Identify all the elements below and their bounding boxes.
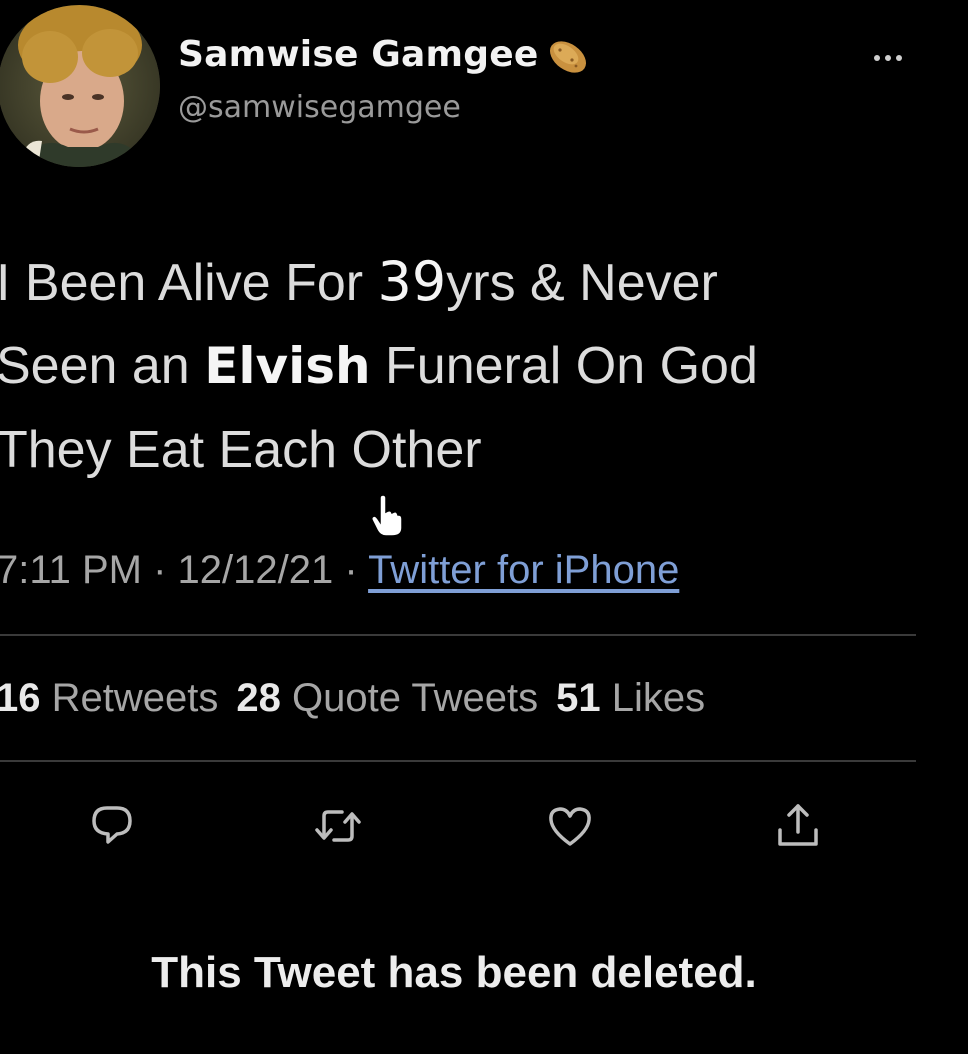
- more-options-icon[interactable]: [874, 48, 914, 62]
- reply-icon[interactable]: [86, 800, 138, 852]
- quote-tweets-stat[interactable]: 28 Quote Tweets: [236, 676, 538, 720]
- tweet-text-segment: I Been Alive For: [0, 254, 378, 312]
- tweet-line-1: I Been Alive For 39yrs & Never: [0, 240, 956, 324]
- likes-label: Likes: [611, 676, 706, 720]
- quotes-count: 28: [236, 676, 281, 720]
- likes-count: 51: [556, 676, 601, 720]
- like-icon[interactable]: [544, 800, 596, 852]
- tweet-date[interactable]: 12/12/21: [178, 548, 334, 592]
- hand-cursor-icon: [371, 494, 403, 537]
- tweet-header: Samwise Gamgee @samwisegamgee: [0, 0, 968, 180]
- meta-separator: ·: [142, 548, 178, 592]
- meta-separator: ·: [333, 548, 369, 592]
- quotes-label: Quote Tweets: [292, 676, 539, 720]
- tweet-meta: 7:11 PM · 12/12/21 · Twitter for iPhone: [0, 548, 679, 593]
- deleted-notice: This Tweet has been deleted.: [151, 948, 757, 997]
- share-icon[interactable]: [772, 800, 824, 852]
- retweets-label: Retweets: [51, 676, 219, 720]
- tweet-source-link[interactable]: Twitter for iPhone: [368, 548, 679, 592]
- potato-icon: [549, 41, 587, 73]
- likes-stat[interactable]: 51 Likes: [556, 676, 705, 720]
- divider: [0, 634, 916, 636]
- divider: [0, 760, 916, 762]
- retweet-icon[interactable]: [312, 800, 364, 852]
- retweets-count: 16: [0, 676, 41, 720]
- tweet-time[interactable]: 7:11 PM: [0, 548, 142, 592]
- user-handle[interactable]: @samwisegamgee: [178, 90, 461, 125]
- tweet-text-segment: Funeral On God: [370, 337, 758, 395]
- avatar[interactable]: [0, 5, 160, 167]
- display-name[interactable]: Samwise Gamgee: [178, 34, 538, 75]
- tweet-line-2: Seen an Elvish Funeral On God: [0, 324, 956, 408]
- retweets-stat[interactable]: 16 Retweets: [0, 676, 218, 720]
- tweet-text: I Been Alive For 39yrs & Never Seen an E…: [0, 240, 956, 492]
- tweet-text-elvish: Elvish: [204, 337, 371, 395]
- tweet-text-segment: Seen an: [0, 337, 205, 395]
- tweet-text-segment: yrs & Never: [446, 254, 718, 312]
- tweet-text-number: 39: [377, 250, 447, 313]
- tweet-stats: 16 Retweets 28 Quote Tweets 51 Likes: [0, 676, 723, 721]
- tweet-line-3: They Eat Each Other: [0, 421, 482, 479]
